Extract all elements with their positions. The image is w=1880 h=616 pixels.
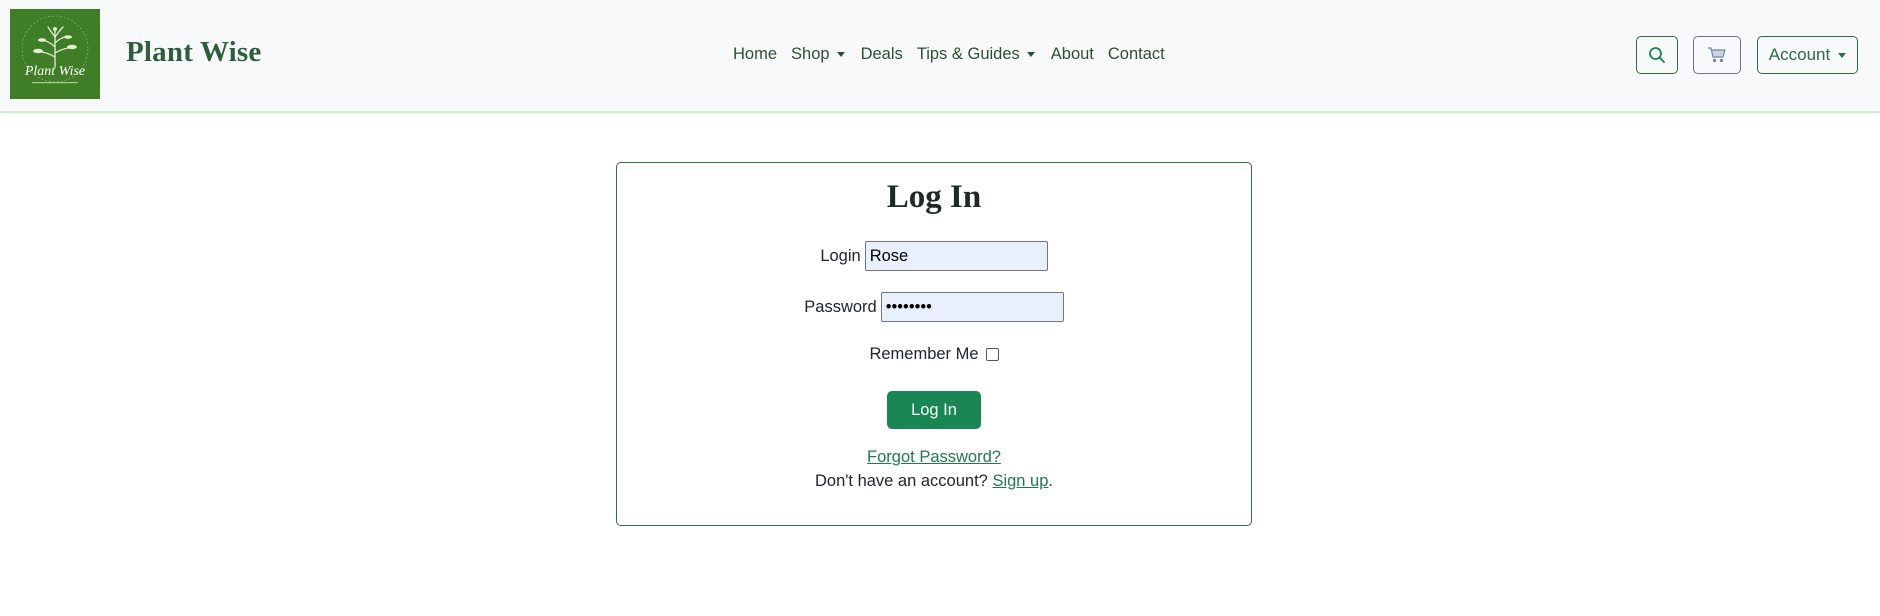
forgot-password-row: Forgot Password? bbox=[617, 448, 1251, 467]
main-nav: Home Shop Deals Tips & Guides About Cont… bbox=[733, 42, 1165, 66]
cart-icon bbox=[1708, 47, 1726, 63]
chevron-down-icon bbox=[1026, 51, 1035, 57]
login-submit-button[interactable]: Log In bbox=[887, 391, 981, 429]
remember-me-checkbox[interactable] bbox=[985, 348, 999, 361]
nav-shop[interactable]: Shop bbox=[791, 45, 845, 64]
cart-button[interactable] bbox=[1693, 36, 1741, 74]
nav-deals[interactable]: Deals bbox=[861, 45, 903, 64]
account-label: Account bbox=[1768, 45, 1831, 64]
brand-logo[interactable]: Plant Wise bbox=[10, 9, 100, 99]
search-icon bbox=[1649, 47, 1665, 63]
nav-shop-label: Shop bbox=[791, 44, 830, 63]
nav-contact[interactable]: Contact bbox=[1108, 45, 1165, 64]
navbar: Plant Wise Plant Wise Home Shop Deals Ti… bbox=[0, 0, 1880, 113]
login-card: Log In Login Password Remember Me Log In… bbox=[616, 162, 1252, 526]
nav-home-label: Home bbox=[733, 44, 778, 63]
remember-row: Remember Me bbox=[617, 345, 1251, 364]
brand-name[interactable]: Plant Wise bbox=[126, 36, 261, 69]
signup-line: Don't have an account? Sign up. bbox=[617, 472, 1251, 491]
password-label: Password bbox=[804, 297, 877, 316]
search-button[interactable] bbox=[1636, 36, 1678, 74]
nav-tips-label: Tips & Guides bbox=[916, 44, 1020, 63]
nav-deals-label: Deals bbox=[860, 44, 903, 63]
forgot-password-link[interactable]: Forgot Password? bbox=[867, 448, 1001, 466]
nav-contact-label: Contact bbox=[1107, 44, 1165, 63]
chevron-down-icon bbox=[1838, 52, 1847, 58]
svg-text:Plant Wise: Plant Wise bbox=[24, 64, 85, 79]
signup-link[interactable]: Sign up bbox=[992, 472, 1048, 490]
login-input[interactable] bbox=[864, 241, 1048, 271]
plant-logo-icon: Plant Wise bbox=[10, 9, 100, 99]
login-row: Login bbox=[617, 241, 1251, 271]
signup-suffix: . bbox=[1048, 472, 1053, 490]
page-title: Log In bbox=[886, 179, 982, 215]
nav-tips-guides[interactable]: Tips & Guides bbox=[917, 45, 1035, 64]
nav-about[interactable]: About bbox=[1051, 45, 1094, 64]
password-input[interactable] bbox=[880, 292, 1064, 322]
remember-me-label[interactable]: Remember Me bbox=[869, 345, 978, 364]
nav-about-label: About bbox=[1050, 44, 1094, 63]
account-dropdown-button[interactable]: Account bbox=[1757, 36, 1858, 74]
login-label: Login bbox=[820, 246, 861, 265]
signup-prefix: Don't have an account? bbox=[814, 472, 993, 490]
password-row: Password bbox=[617, 292, 1251, 322]
chevron-down-icon bbox=[836, 51, 845, 57]
nav-home[interactable]: Home bbox=[733, 45, 777, 64]
